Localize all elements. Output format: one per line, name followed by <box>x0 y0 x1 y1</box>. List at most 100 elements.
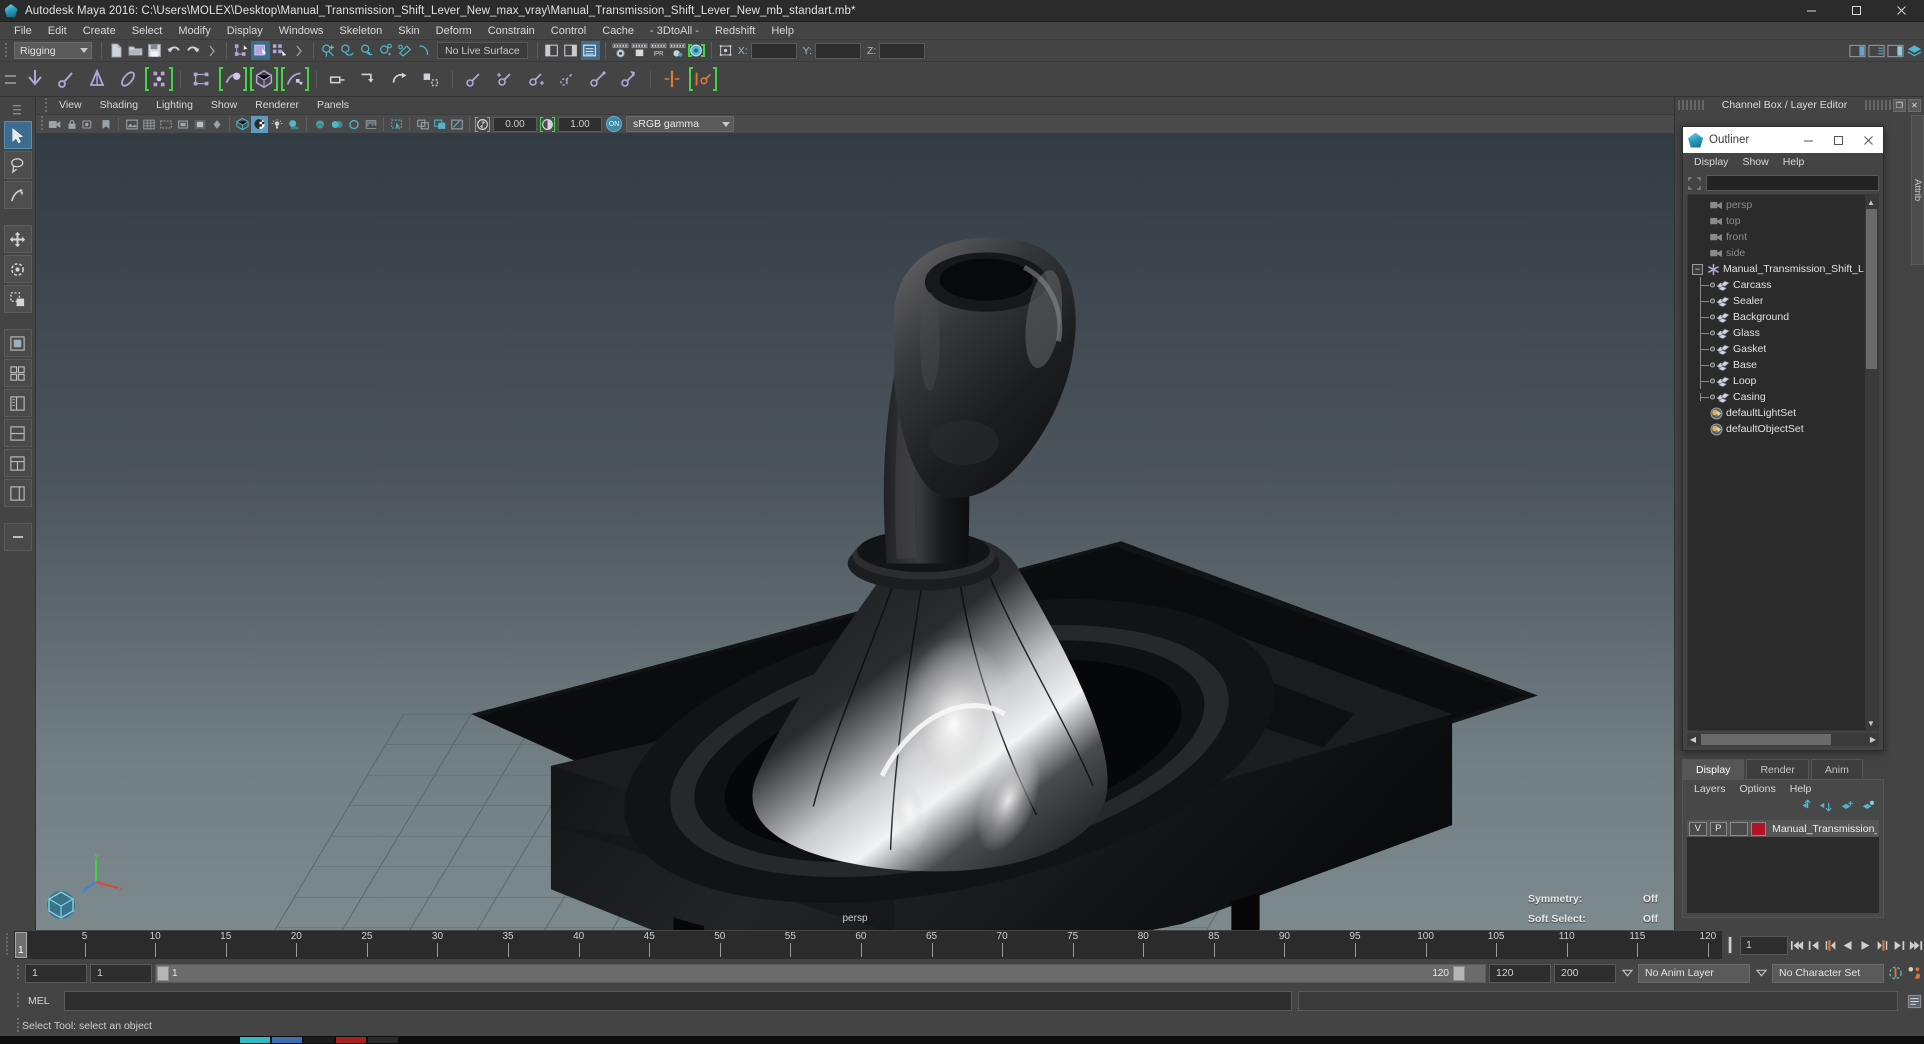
range-handle-left[interactable] <box>157 965 169 981</box>
undo-button[interactable] <box>164 41 183 60</box>
menu-skin[interactable]: Skin <box>390 22 427 40</box>
exposure-toggle-icon[interactable] <box>474 116 491 133</box>
coord-x-input[interactable] <box>750 42 797 59</box>
outliner-item-casing[interactable]: Casing <box>1688 389 1878 405</box>
channel-box-grip-2[interactable] <box>1865 100 1891 110</box>
window-close-button[interactable] <box>1879 0 1924 22</box>
outliner-horizontal-scrollbar[interactable]: ◀ ▶ <box>1687 733 1879 746</box>
shelf-scale-constraint-button[interactable] <box>416 64 446 94</box>
scroll-right-icon[interactable]: ▶ <box>1867 733 1879 745</box>
menu-create[interactable]: Create <box>75 22 124 40</box>
outliner-item-glass[interactable]: Glass <box>1688 325 1878 341</box>
outliner-item-defaultobjectset[interactable]: defaultObjectSet <box>1688 421 1878 437</box>
anim-layer-selector[interactable]: No Anim Layer <box>1638 963 1750 983</box>
outliner-item-gasket[interactable]: Gasket <box>1688 341 1878 357</box>
outliner-item-persp[interactable]: persp <box>1688 197 1878 213</box>
menu-select[interactable]: Select <box>124 22 171 40</box>
scroll-left-icon[interactable]: ◀ <box>1687 733 1699 745</box>
range-end-field[interactable]: 200 <box>1554 963 1616 983</box>
shelf-mirror-skin-button[interactable] <box>688 64 718 94</box>
help-line-grip[interactable] <box>14 1017 22 1035</box>
viewport-toolbar-grip[interactable] <box>38 115 46 133</box>
auto-key-icon[interactable] <box>1722 935 1738 955</box>
toggle-pivot-button[interactable] <box>717 41 736 60</box>
step-forward-key-button[interactable] <box>1890 934 1907 956</box>
channel-box-close-button[interactable]: ✕ <box>1908 98 1921 112</box>
perspective-viewport[interactable]: y x z Symmetry: Off Soft Select: Off per… <box>36 134 1674 930</box>
new-scene-button[interactable] <box>107 41 126 60</box>
taskbar-item[interactable] <box>368 1037 398 1043</box>
layer-list[interactable]: V P Manual_Transmission_ <box>1687 820 1879 913</box>
layer-row[interactable]: V P Manual_Transmission_ <box>1687 820 1879 837</box>
shelf-create-joint-button[interactable] <box>20 64 50 94</box>
select-by-object-button[interactable] <box>251 41 270 60</box>
snap-to-projected-center-button[interactable] <box>376 41 395 60</box>
panel-menu-shading[interactable]: Shading <box>91 97 148 114</box>
menu-display[interactable]: Display <box>219 22 271 40</box>
animation-preferences-button[interactable] <box>1907 962 1924 984</box>
outliner-item-loop[interactable]: Loop <box>1688 373 1878 389</box>
auto-keyframe-toggle[interactable] <box>1887 962 1904 984</box>
outliner-maximize-button[interactable] <box>1823 127 1853 153</box>
toolbox-grip[interactable] <box>3 101 32 119</box>
step-back-key-button[interactable] <box>1805 934 1822 956</box>
outliner-item-top[interactable]: top <box>1688 213 1878 229</box>
show-attribute-editor-button[interactable] <box>543 41 562 60</box>
shelf-tab-menu-button[interactable] <box>0 62 20 96</box>
menu-edit[interactable]: Edit <box>40 22 75 40</box>
time-slider[interactable]: 1 5 10 15 20 25 30 35 40 45 50 55 60 65 70 75 80 85 90 95 1… <box>14 931 1722 959</box>
panel-menu-lighting[interactable]: Lighting <box>147 97 202 114</box>
move-layer-up-icon[interactable] <box>1798 799 1812 817</box>
texture-view-icon[interactable] <box>362 116 379 133</box>
gate-mask-icon[interactable] <box>191 116 208 133</box>
film-gate-icon[interactable] <box>157 116 174 133</box>
viewport-copy-icon[interactable] <box>414 116 431 133</box>
save-scene-button[interactable] <box>145 41 164 60</box>
outliner-filter-icon[interactable] <box>1687 176 1702 190</box>
panel-menu-renderer[interactable]: Renderer <box>246 97 308 114</box>
statusline-more-1[interactable] <box>202 41 221 60</box>
shelf-curve-arrow-button[interactable] <box>614 64 644 94</box>
window-maximize-button[interactable] <box>1834 0 1879 22</box>
menu-help[interactable]: Help <box>763 22 802 40</box>
menu-modify[interactable]: Modify <box>170 22 218 40</box>
play-forwards-button[interactable] <box>1856 934 1873 956</box>
range-slider-grip[interactable] <box>14 964 22 982</box>
snap-to-view-plane-button[interactable] <box>395 41 414 60</box>
snap-to-curve-button[interactable] <box>338 41 357 60</box>
layer-visibility-toggle[interactable]: V <box>1689 821 1707 836</box>
outliner-item-front[interactable]: front <box>1688 229 1878 245</box>
outliner-menu-display[interactable]: Display <box>1687 153 1735 172</box>
select-by-component-button[interactable] <box>270 41 289 60</box>
outliner-item-group-root[interactable]: − Manual_Transmission_Shift_L <box>1688 261 1878 277</box>
command-line-grip[interactable] <box>14 992 22 1010</box>
outliner-tree[interactable]: persp top front side − Manual_Transmissi… <box>1687 194 1879 731</box>
outliner-item-defaultlightset[interactable]: defaultLightSet <box>1688 405 1878 421</box>
quick-layout-outliner-persp-button[interactable] <box>3 389 32 417</box>
shadows-icon[interactable] <box>285 116 302 133</box>
render-settings-button[interactable] <box>668 41 687 60</box>
make-live-button[interactable] <box>414 41 433 60</box>
coord-z-input[interactable] <box>879 42 926 59</box>
range-start-field[interactable]: 1 <box>25 963 87 983</box>
shelf-curve-tool-button[interactable] <box>459 64 489 94</box>
outliner-menu-help[interactable]: Help <box>1776 153 1812 172</box>
camera-attributes-icon[interactable] <box>80 116 97 133</box>
scroll-down-icon[interactable]: ▼ <box>1865 717 1877 729</box>
viewport-snapshot-icon[interactable] <box>448 116 465 133</box>
scroll-up-icon[interactable]: ▲ <box>1865 196 1877 208</box>
shelf-bind-skin-button[interactable] <box>144 64 174 94</box>
grid-toggle-icon[interactable] <box>140 116 157 133</box>
shelf-orient-constraint-button[interactable] <box>385 64 415 94</box>
menu-redshift[interactable]: Redshift <box>707 22 763 40</box>
create-layer-from-selected-icon[interactable] <box>1861 799 1875 817</box>
snap-to-grid-button[interactable] <box>319 41 338 60</box>
gamma-toggle-icon[interactable] <box>539 116 556 133</box>
xray-icon[interactable] <box>311 116 328 133</box>
quick-layout-single-button[interactable] <box>3 329 32 357</box>
quick-layout-persp-graph-button[interactable] <box>3 419 32 447</box>
statusline-grip[interactable] <box>2 42 10 60</box>
outliner-close-button[interactable] <box>1853 127 1883 153</box>
select-by-hierarchy-button[interactable] <box>232 41 251 60</box>
outliner-item-sealer[interactable]: Sealer <box>1688 293 1878 309</box>
